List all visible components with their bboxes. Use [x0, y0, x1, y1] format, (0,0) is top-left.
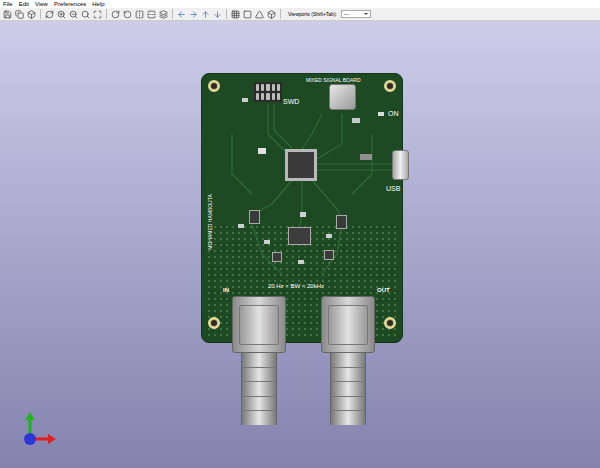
component [360, 154, 372, 160]
component [326, 234, 332, 238]
bnc-label: IN [223, 287, 229, 294]
component [352, 118, 360, 123]
mounting-hole [208, 317, 220, 329]
component [378, 112, 384, 116]
toolbar-button[interactable] [92, 9, 103, 20]
pcb-board: SWD MIXED SIGNAL BOARD ON USB MOHAMED HAMBOU… [201, 73, 403, 343]
power-switch [329, 84, 356, 110]
swd-header [254, 82, 282, 102]
menu-item[interactable]: File [3, 1, 13, 8]
swd-label: SWD [283, 98, 299, 106]
tool-icon [69, 10, 78, 19]
toolbar-button[interactable] [2, 9, 13, 20]
chevron-icon [364, 13, 368, 15]
toolbar-button[interactable] [14, 9, 25, 20]
menu-bar: File Edit View Preferences Help [0, 0, 600, 8]
usb-label: USB [386, 185, 400, 193]
toolbar-button[interactable] [266, 9, 277, 20]
menu-item[interactable]: Preferences [54, 1, 86, 8]
toolbar: Viewports (Shift+Tab): --- [0, 8, 600, 21]
toolbar-button[interactable] [254, 9, 265, 20]
component [272, 252, 282, 262]
toolbar-separator [280, 9, 281, 19]
toolbar-button[interactable] [146, 9, 157, 20]
component [324, 250, 334, 260]
tool-icon [45, 10, 54, 19]
tool-icon [111, 10, 120, 19]
toolbar-button[interactable] [56, 9, 67, 20]
toolbar-button[interactable] [80, 9, 91, 20]
tool-icon [81, 10, 90, 19]
menu-item[interactable]: Edit [19, 1, 29, 8]
axes-icon [18, 411, 58, 451]
component [298, 260, 304, 264]
power-label: ON [388, 110, 399, 118]
toolbar-separator [40, 9, 41, 19]
mcu [285, 149, 317, 181]
tool-icon [57, 10, 66, 19]
toolbar-button[interactable] [158, 9, 169, 20]
tool-icon [267, 10, 276, 19]
component [264, 240, 270, 244]
toolbar-button[interactable] [110, 9, 121, 20]
3d-canvas[interactable]: SWD MIXED SIGNAL BOARD ON USB MOHAMED HAMBOU… [0, 21, 600, 468]
toolbar-separator [172, 9, 173, 19]
toolbar-button[interactable] [188, 9, 199, 20]
component [258, 148, 266, 154]
bandwidth-label: 20 Hz < BW < 20kHz [268, 283, 324, 290]
author-label: MOHAMED HAMBOUTA [207, 180, 213, 264]
tool-icon [15, 10, 24, 19]
tool-icon [159, 10, 168, 19]
toolbar-button[interactable] [68, 9, 79, 20]
toolbar-button[interactable] [242, 9, 253, 20]
tool-icon [201, 10, 210, 19]
app-window: FileEditViewPreferencesHelpViewports (Sh… [0, 0, 600, 468]
toolbar-button[interactable] [200, 9, 211, 20]
tool-icon [27, 10, 36, 19]
viewports-label: Viewports (Shift+Tab): [288, 11, 337, 18]
mounting-hole [384, 317, 396, 329]
mounting-hole [208, 80, 220, 92]
tool-icon [189, 10, 198, 19]
component [238, 224, 244, 228]
toolbar-button[interactable] [176, 9, 187, 20]
component [336, 215, 347, 229]
bnc-connector [321, 296, 375, 426]
toolbar-button[interactable] [230, 9, 241, 20]
tool-icon [93, 10, 102, 19]
toolbar-button[interactable] [212, 9, 223, 20]
toolbar-button[interactable] [122, 9, 133, 20]
toolbar-button[interactable] [44, 9, 55, 20]
component [249, 210, 260, 224]
toolbar-button[interactable] [26, 9, 37, 20]
board-title: MIXED SIGNAL BOARD [306, 77, 361, 83]
menu-item[interactable]: View [35, 1, 48, 8]
tool-icon [177, 10, 186, 19]
tool-icon [231, 10, 240, 19]
mounting-hole [384, 80, 396, 92]
toolbar-separator [226, 9, 227, 19]
usb-connector [392, 150, 409, 180]
toolbar-button[interactable] [134, 9, 145, 20]
tool-icon [135, 10, 144, 19]
tool-icon [147, 10, 156, 19]
tool-icon [3, 10, 12, 19]
tool-icon [123, 10, 132, 19]
menu-item[interactable]: Help [92, 1, 104, 8]
component [242, 98, 248, 102]
viewports-dropdown[interactable]: --- [341, 10, 371, 18]
component [288, 227, 311, 245]
tool-icon [213, 10, 222, 19]
component [300, 212, 306, 217]
tool-icon [255, 10, 264, 19]
bnc-connector [232, 296, 286, 426]
toolbar-separator [106, 9, 107, 19]
bnc-label: OUT [377, 287, 390, 294]
tool-icon [243, 10, 252, 19]
